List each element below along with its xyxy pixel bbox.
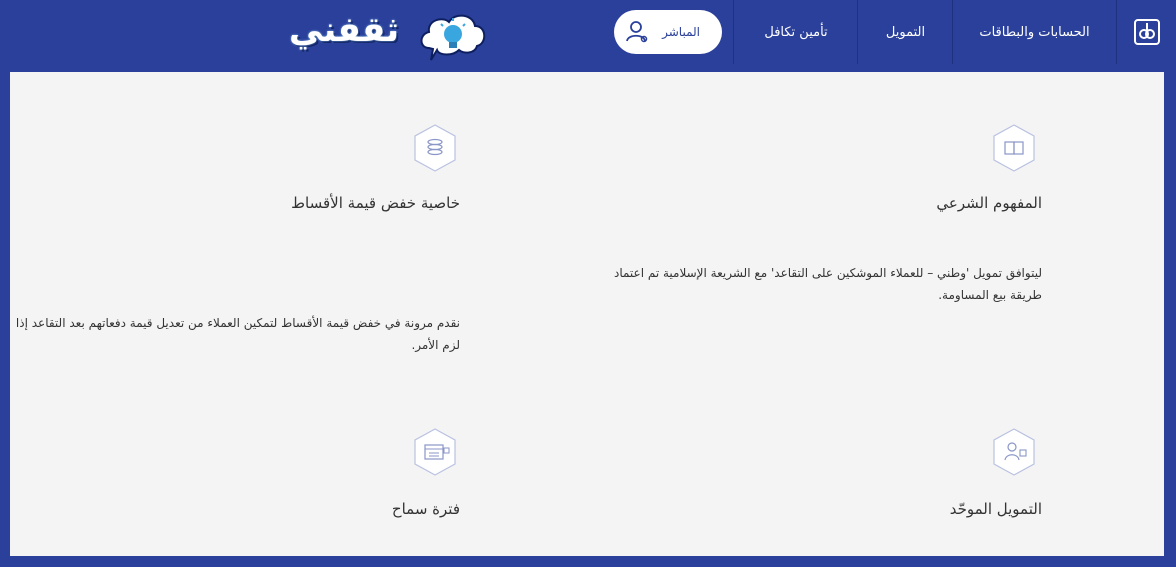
feature-description: نقدم مرونة في خفض قيمة الأقساط لتمكين ال… xyxy=(15,316,460,352)
feature-title: التمويل الموحّد xyxy=(949,500,1042,518)
site-brand: ثقفني xyxy=(285,4,495,64)
feature-title: المفهوم الشرعي xyxy=(936,194,1042,212)
direct-banking-label: المباشر xyxy=(662,25,700,39)
calendar-icon xyxy=(414,428,456,476)
nav-accounts-cards[interactable]: الحسابات والبطاقات xyxy=(952,0,1116,64)
feature-title: فترة سماح xyxy=(391,500,460,518)
nav-finance[interactable]: التمويل xyxy=(857,0,953,64)
feature-sharia-concept: المفهوم الشرعي ليتوافق تمويل 'وطني – للع… xyxy=(592,120,1042,320)
features-panel: المفهوم الشرعي ليتوافق تمويل 'وطني – للع… xyxy=(10,72,1164,556)
top-navigation-bar: الحسابات والبطاقات التمويل تأمين تكافل ا… xyxy=(0,0,1176,72)
person-money-icon xyxy=(993,428,1035,476)
bank-logo-icon xyxy=(1134,19,1160,45)
direct-banking-button[interactable]: المباشر xyxy=(614,10,722,54)
nav-takaful-insurance[interactable]: تأمين تكافل xyxy=(733,0,858,64)
feature-description: ليتوافق تمويل 'وطني – للعملاء الموشكين ع… xyxy=(613,266,1042,302)
feature-unified-finance: التمويل الموحّد xyxy=(592,426,1042,526)
feature-title: خاصية خفض قيمة الأقساط xyxy=(291,194,460,212)
feature-grace-period: فترة سماح xyxy=(10,426,460,526)
book-icon xyxy=(993,124,1035,172)
brand-text: ثقفني xyxy=(289,10,399,50)
user-icon xyxy=(626,21,648,43)
lightbulb-cloud-icon xyxy=(420,14,486,61)
feature-installment-reduction: خاصية خفض قيمة الأقساط نقدم مرونة في خفض… xyxy=(10,120,460,352)
coins-icon xyxy=(414,124,456,172)
bank-logo[interactable] xyxy=(1116,0,1176,64)
